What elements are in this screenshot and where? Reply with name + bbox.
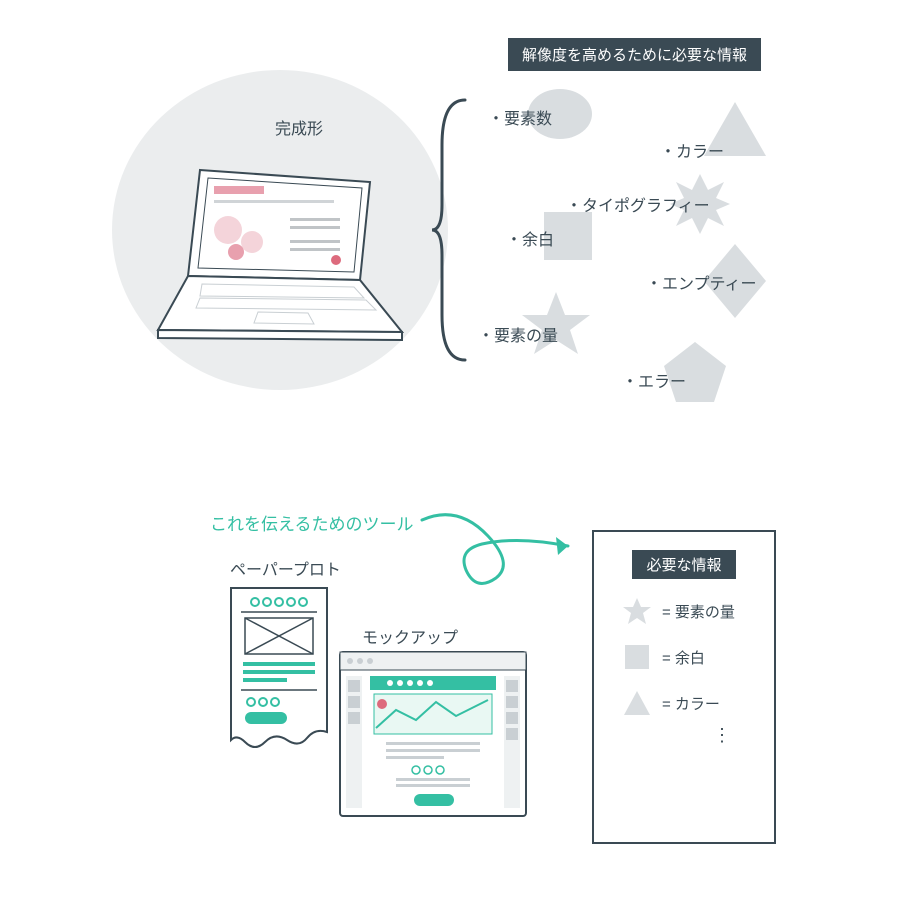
paper-proto-label: ペーパープロト — [230, 556, 341, 580]
tool-caption: これを伝えるためのツール — [210, 510, 414, 535]
legend-amount-label: = 要素の量 — [662, 601, 735, 622]
item-elements-count: ・要素数 — [488, 105, 552, 129]
completed-label: 完成形 — [275, 115, 323, 139]
legend-row-amount: = 要素の量 — [622, 597, 774, 625]
info-box-title: 必要な情報 — [632, 550, 735, 579]
item-margin: ・余白 — [506, 226, 554, 250]
legend-ellipsis: ⋮ — [672, 725, 774, 746]
info-box: 必要な情報 = 要素の量 = 余白 = カラー ⋮ — [592, 530, 776, 844]
legend-row-color: = カラー — [622, 689, 774, 717]
star-legend-icon — [622, 597, 652, 625]
legend-color-label: = カラー — [662, 693, 720, 714]
curly-brace-icon — [430, 95, 480, 365]
necessary-info-header: 解像度を高めるために必要な情報 — [508, 38, 761, 71]
legend-margin-label: = 余白 — [662, 647, 705, 668]
paper-proto-icon — [215, 582, 345, 762]
item-empty: ・エンプティー — [646, 270, 757, 294]
laptop-icon — [140, 160, 420, 350]
legend-row-margin: = 余白 — [622, 643, 774, 671]
item-error: ・エラー — [622, 368, 686, 392]
mockup-icon — [338, 650, 528, 820]
swirl-arrow-icon — [418, 506, 578, 596]
mockup-label: モックアップ — [362, 624, 458, 648]
square-legend-icon — [622, 643, 652, 671]
item-elements-amount: ・要素の量 — [478, 322, 558, 346]
item-color: ・カラー — [660, 138, 724, 162]
triangle-legend-icon — [622, 689, 652, 717]
